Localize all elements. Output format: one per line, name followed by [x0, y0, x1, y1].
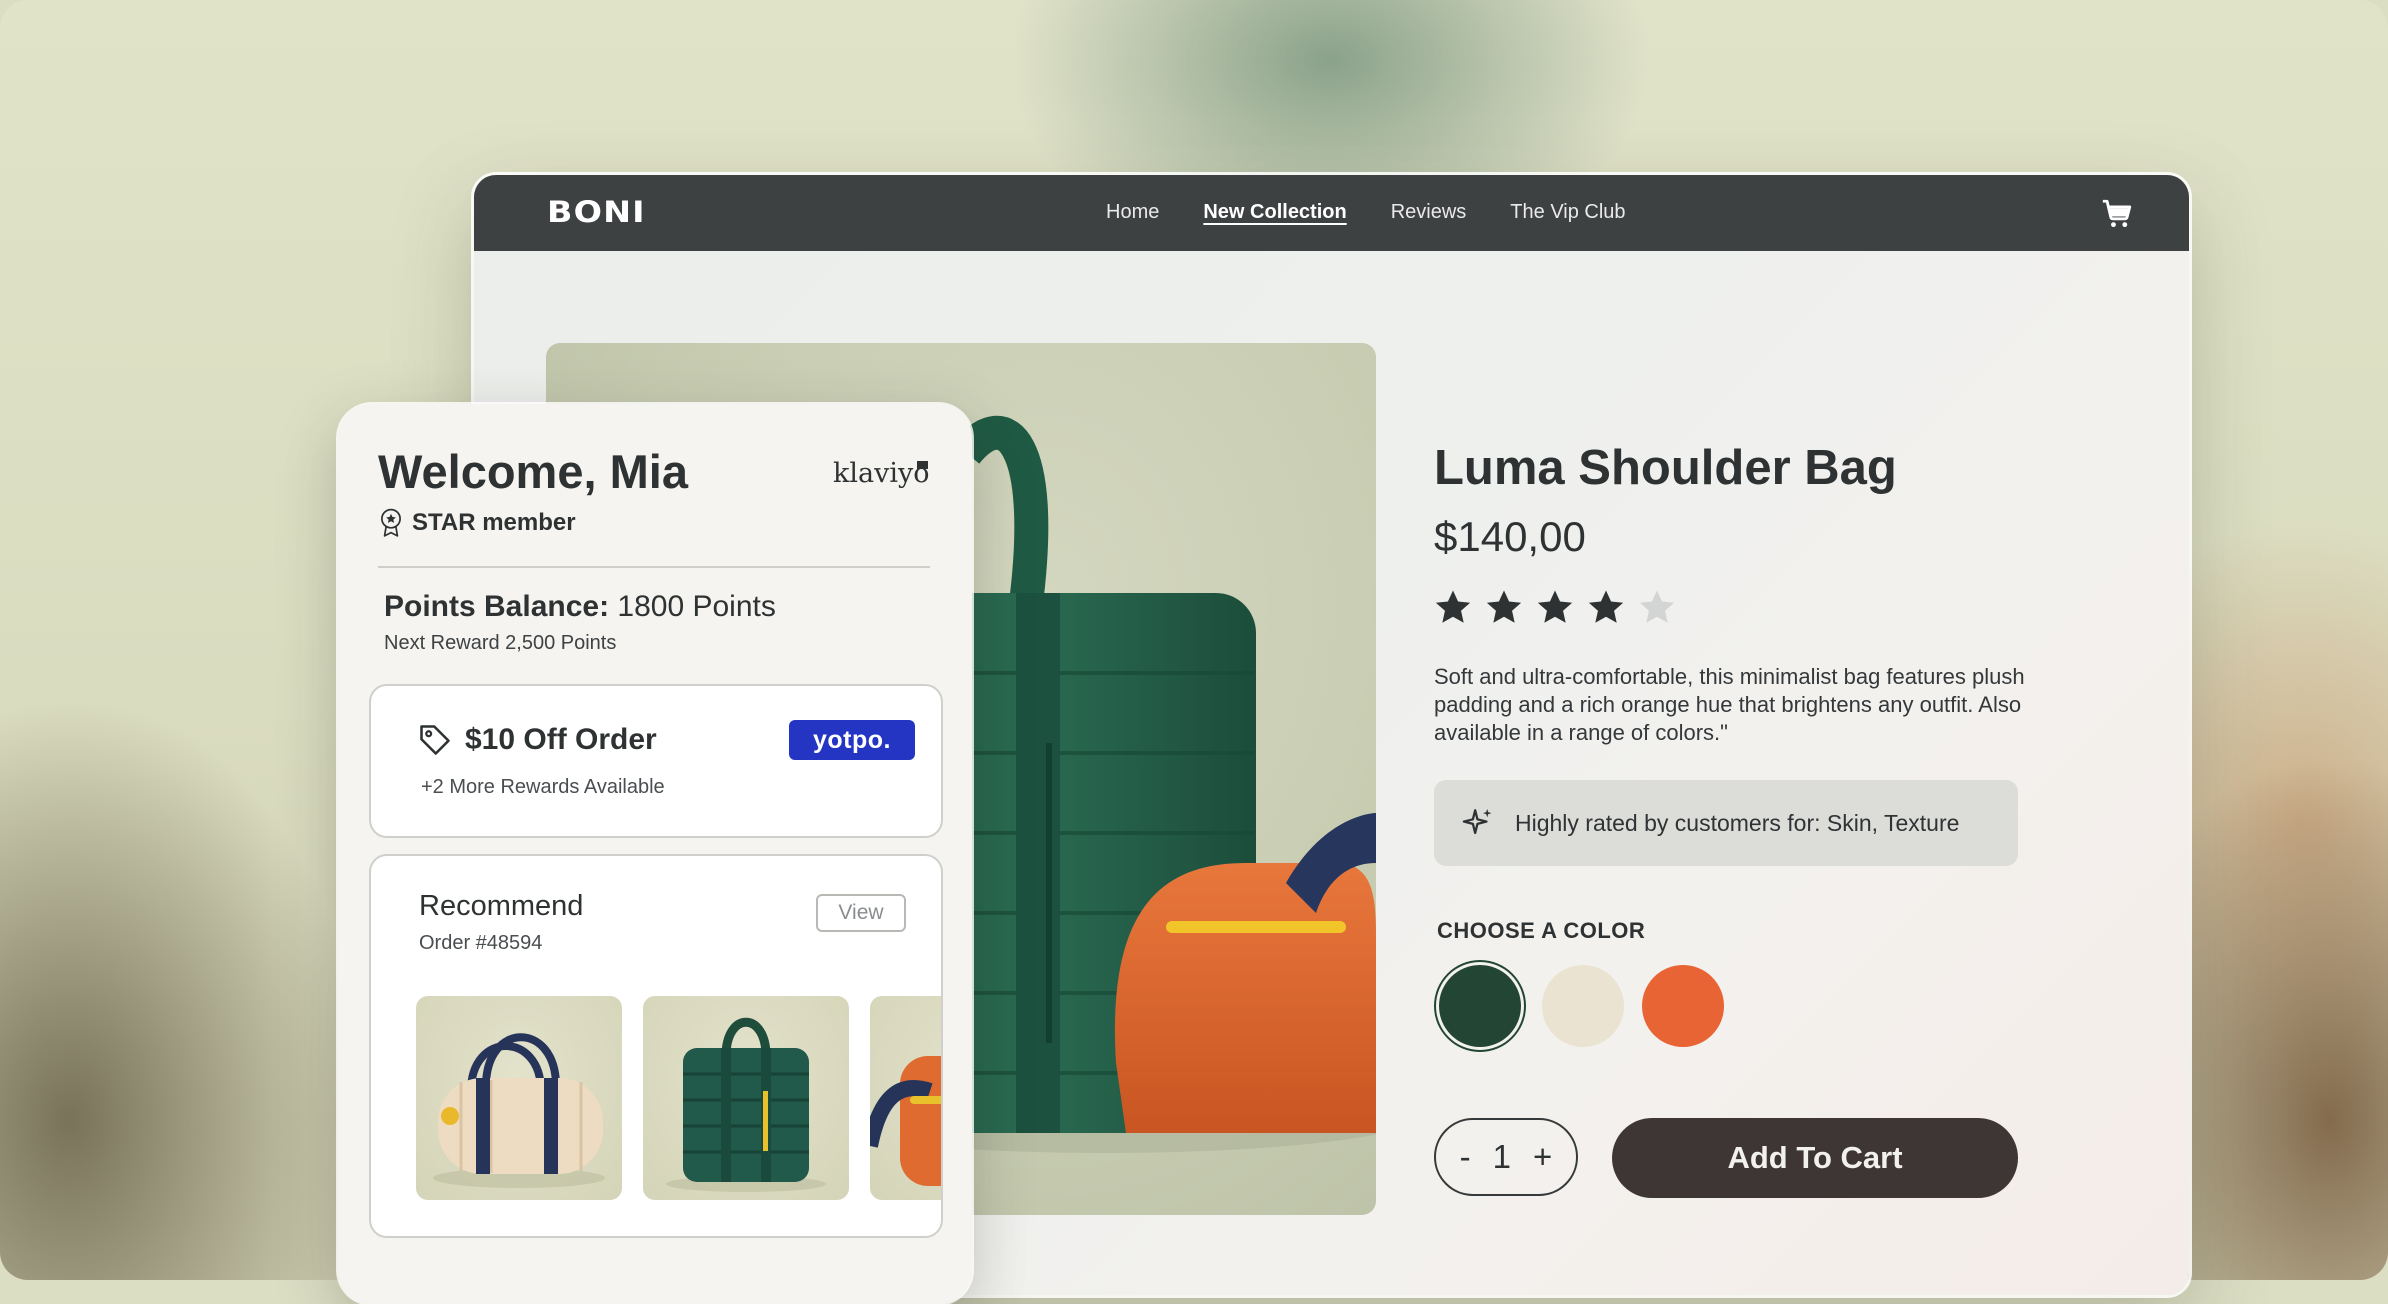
- offer-label: $10 Off Order: [465, 723, 657, 756]
- quantity-stepper: - 1 +: [1434, 1118, 1578, 1196]
- rating-highlight: Highly rated by customers for: Skin, Tex…: [1434, 780, 2018, 866]
- highlight-text: Highly rated by customers for: Skin, Tex…: [1515, 809, 1960, 836]
- yotpo-logo: yotpo.: [789, 720, 915, 760]
- star-filled-icon: [1588, 590, 1624, 623]
- star-filled-icon: [1537, 590, 1573, 623]
- color-swatch-orange[interactable]: [1642, 965, 1724, 1047]
- nav-links: Home New Collection Reviews The Vip Club: [1106, 201, 1626, 224]
- orange-bag-image: [870, 1056, 941, 1186]
- cart-icon[interactable]: [2100, 197, 2134, 231]
- nav-home[interactable]: Home: [1106, 201, 1159, 224]
- order-number: Order #48594: [419, 932, 543, 954]
- klaviyo-flag-icon: [917, 461, 928, 469]
- star-empty-icon: [1639, 590, 1675, 623]
- qty-increment-button[interactable]: +: [1533, 1138, 1552, 1176]
- navbar: BONI Home New Collection Reviews The Vip…: [474, 175, 2189, 251]
- loyalty-panel: Welcome, Mia klaviyo STAR member Points …: [338, 404, 972, 1304]
- next-reward: Next Reward 2,500 Points: [384, 632, 617, 654]
- star-filled-icon: [1486, 590, 1522, 623]
- product-thumbnail[interactable]: [870, 996, 941, 1200]
- color-swatch-green[interactable]: [1439, 965, 1521, 1047]
- points-balance: Points Balance: 1800 Points: [384, 590, 776, 624]
- nav-vip-club[interactable]: The Vip Club: [1510, 201, 1625, 224]
- qty-decrement-button[interactable]: -: [1460, 1138, 1471, 1176]
- cream-bag-image: [433, 1033, 605, 1188]
- product-thumbnail[interactable]: [643, 996, 849, 1200]
- offer-title: $10 Off Order: [417, 722, 657, 758]
- color-swatch-cream[interactable]: [1542, 965, 1624, 1047]
- product-price: $140,00: [1434, 513, 1586, 560]
- rating-stars: [1432, 587, 1678, 629]
- product-title: Luma Shoulder Bag: [1434, 441, 1897, 495]
- points-label: Points Balance:: [384, 590, 610, 623]
- product-thumbnail[interactable]: [416, 996, 622, 1200]
- brand-logo[interactable]: BONI: [547, 195, 646, 229]
- add-to-cart-button[interactable]: Add To Cart: [1612, 1118, 2018, 1198]
- divider: [378, 566, 930, 568]
- points-value: 1800 Points: [617, 590, 776, 623]
- choose-color-label: CHOOSE A COLOR: [1437, 918, 1646, 943]
- nav-new-collection[interactable]: New Collection: [1203, 201, 1346, 224]
- star-filled-icon: [1435, 590, 1471, 623]
- member-status-label: STAR member: [412, 509, 576, 536]
- qty-value: 1: [1492, 1138, 1512, 1175]
- nav-reviews[interactable]: Reviews: [1391, 201, 1467, 224]
- klaviyo-logo: klaviyo: [833, 458, 930, 489]
- green-bag-image: [666, 1017, 826, 1192]
- view-button[interactable]: View: [816, 894, 906, 932]
- tag-icon: [420, 725, 450, 755]
- welcome-heading: Welcome, Mia: [378, 445, 688, 498]
- reward-card[interactable]: $10 Off Order +2 More Rewards Available …: [369, 684, 943, 838]
- more-rewards[interactable]: +2 More Rewards Available: [421, 776, 665, 799]
- member-status: STAR member: [378, 508, 576, 538]
- recommend-title: Recommend: [419, 890, 584, 922]
- sparkle-icon: [1462, 808, 1492, 835]
- badge-icon: [381, 508, 401, 537]
- recommend-card: Recommend Order #48594 View: [369, 854, 943, 1238]
- product-description: Soft and ultra-comfortable, this minimal…: [1434, 664, 2025, 745]
